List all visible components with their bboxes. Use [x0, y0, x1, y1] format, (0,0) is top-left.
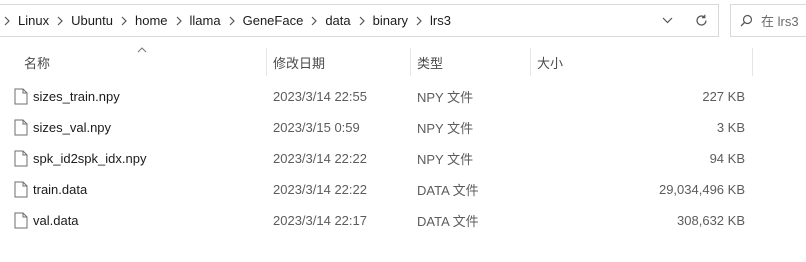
chevron-right-icon[interactable]: [355, 16, 369, 26]
chevron-right-icon[interactable]: [172, 16, 186, 26]
breadcrumb-item-llama[interactable]: llama: [186, 13, 225, 28]
file-size: 29,034,496 KB: [658, 182, 745, 197]
chevron-right-icon[interactable]: [307, 16, 321, 26]
breadcrumb-item-lrs3[interactable]: lrs3: [426, 13, 455, 28]
file-modified: 2023/3/15 0:59: [273, 120, 360, 135]
search-box[interactable]: 在 lrs3: [730, 4, 806, 37]
file-row[interactable]: train.data 2023/3/14 22:22 DATA 文件 29,03…: [0, 174, 806, 205]
refresh-button[interactable]: [684, 5, 718, 36]
chevron-right-icon[interactable]: [0, 16, 14, 26]
file-icon: [14, 88, 28, 105]
file-name[interactable]: sizes_train.npy: [33, 81, 120, 112]
file-size: 94 KB: [709, 151, 745, 166]
breadcrumb-item-ubuntu[interactable]: Ubuntu: [67, 13, 117, 28]
breadcrumb-item-geneface[interactable]: GeneFace: [239, 13, 308, 28]
column-divider[interactable]: [530, 48, 531, 76]
file-modified: 2023/3/14 22:22: [273, 151, 367, 166]
file-size: 308,632 KB: [677, 213, 745, 228]
file-type: DATA 文件: [417, 214, 479, 229]
file-type: NPY 文件: [417, 90, 474, 105]
file-type: NPY 文件: [417, 152, 474, 167]
file-name[interactable]: val.data: [33, 205, 79, 236]
chevron-right-icon[interactable]: [225, 16, 239, 26]
file-row[interactable]: sizes_train.npy 2023/3/14 22:55 NPY 文件 2…: [0, 81, 806, 112]
column-divider[interactable]: [266, 48, 267, 76]
file-size: 227 KB: [702, 89, 745, 104]
chevron-right-icon[interactable]: [117, 16, 131, 26]
file-icon: [14, 119, 28, 136]
column-header-modified[interactable]: 修改日期: [273, 48, 325, 76]
chevron-down-icon: [662, 17, 672, 24]
breadcrumb-item-binary[interactable]: binary: [369, 13, 412, 28]
file-row[interactable]: spk_id2spk_idx.npy 2023/3/14 22:22 NPY 文…: [0, 143, 806, 174]
column-header-type[interactable]: 类型: [417, 48, 443, 76]
column-header-size[interactable]: 大小: [537, 48, 563, 76]
chevron-right-icon[interactable]: [53, 16, 67, 26]
file-icon: [14, 212, 28, 229]
refresh-icon: [695, 14, 707, 26]
file-name[interactable]: sizes_val.npy: [33, 112, 111, 143]
file-type: NPY 文件: [417, 121, 474, 136]
file-icon: [14, 181, 28, 198]
file-type: DATA 文件: [417, 183, 479, 198]
column-header-name[interactable]: 名称: [24, 48, 50, 76]
history-dropdown-button[interactable]: [650, 5, 684, 36]
file-modified: 2023/3/14 22:55: [273, 89, 367, 104]
search-icon: [731, 14, 761, 27]
file-icon: [14, 150, 28, 167]
breadcrumb-item-home[interactable]: home: [131, 13, 172, 28]
file-size: 3 KB: [716, 120, 745, 135]
search-placeholder[interactable]: 在 lrs3: [761, 11, 799, 30]
breadcrumb-item-data[interactable]: data: [321, 13, 354, 28]
column-divider[interactable]: [752, 48, 753, 76]
address-bar[interactable]: Linux Ubuntu home llama GeneFace data bi…: [0, 4, 719, 37]
file-modified: 2023/3/14 22:17: [273, 213, 367, 228]
file-modified: 2023/3/14 22:22: [273, 182, 367, 197]
sort-ascending-icon: [137, 47, 147, 53]
chevron-right-icon[interactable]: [412, 16, 426, 26]
column-divider[interactable]: [410, 48, 411, 76]
breadcrumb-item-linux[interactable]: Linux: [14, 13, 53, 28]
file-name[interactable]: spk_id2spk_idx.npy: [33, 143, 146, 174]
file-name[interactable]: train.data: [33, 174, 87, 205]
file-row[interactable]: sizes_val.npy 2023/3/15 0:59 NPY 文件 3 KB: [0, 112, 806, 143]
breadcrumb: Linux Ubuntu home llama GeneFace data bi…: [0, 5, 455, 36]
file-row[interactable]: val.data 2023/3/14 22:17 DATA 文件 308,632…: [0, 205, 806, 236]
